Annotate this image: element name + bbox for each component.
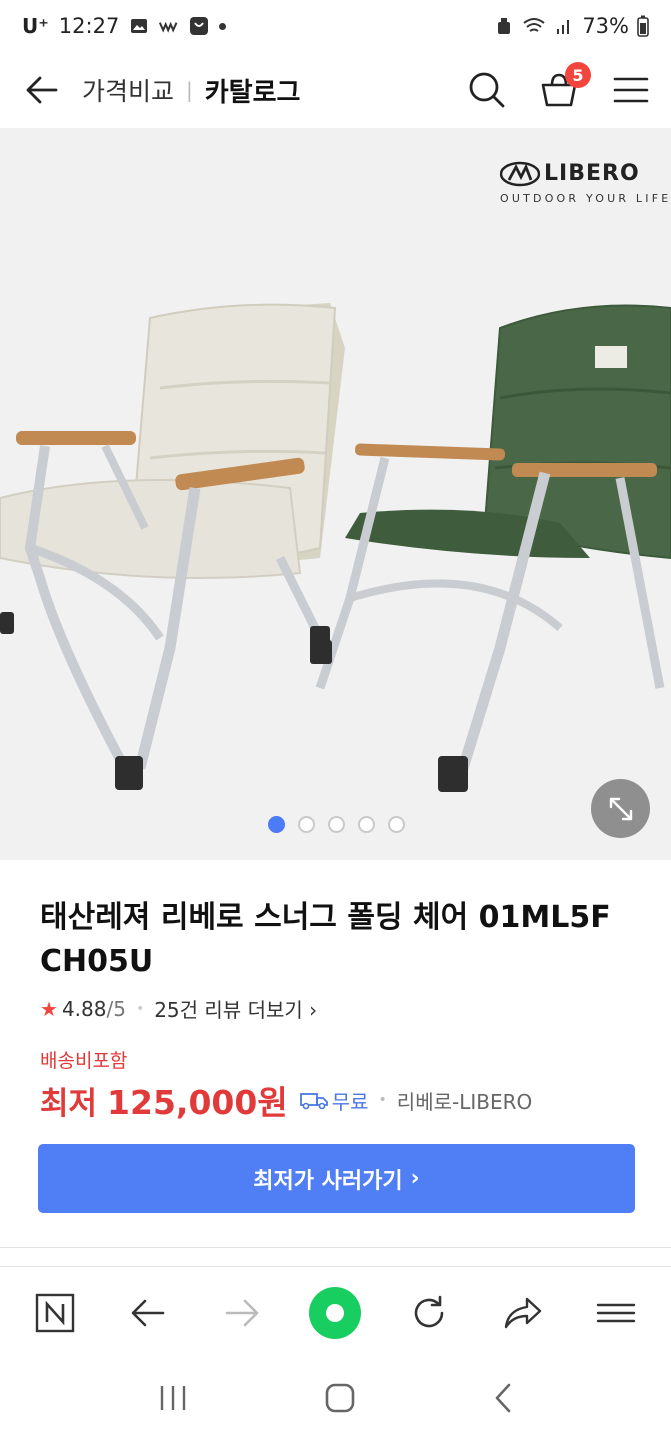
hamburger-menu-icon	[596, 1303, 636, 1322]
green-chair	[310, 304, 671, 792]
arrow-left-icon	[26, 76, 58, 104]
chevron-right-icon: ›	[309, 998, 318, 1022]
expand-image-button[interactable]	[591, 779, 650, 838]
arrow-right-icon	[225, 1299, 259, 1326]
cream-chair	[0, 303, 345, 790]
wavve-icon	[159, 21, 178, 33]
carrier-label: U⁺	[22, 14, 49, 38]
review-link[interactable]: 25건 리뷰 더보기 ›	[154, 994, 317, 1023]
gallery-pagination	[268, 816, 405, 833]
price-value: 125,000원	[107, 1083, 288, 1122]
chevron-right-icon: ›	[410, 1166, 420, 1191]
browser-forward-button[interactable]	[214, 1285, 270, 1341]
buy-lowest-price-button[interactable]: 최저가 사러가기 ›	[38, 1144, 635, 1213]
app-header: 가격비교 | 카탈로그 5	[0, 52, 671, 128]
recent-apps-button[interactable]	[158, 1384, 188, 1416]
green-dot-icon	[309, 1286, 362, 1339]
pagination-dot[interactable]	[328, 816, 345, 833]
breadcrumb-separator: |	[186, 78, 193, 102]
pagination-dot[interactable]	[268, 816, 285, 833]
battery-icon	[637, 15, 649, 37]
hamburger-menu-icon	[613, 77, 649, 103]
green-dot-button[interactable]	[307, 1285, 363, 1341]
pagination-dot[interactable]	[358, 816, 375, 833]
back-button[interactable]	[22, 70, 62, 110]
shopping-bag-icon	[190, 17, 209, 35]
separator-dot: •	[135, 1000, 145, 1017]
system-back-button[interactable]	[493, 1382, 513, 1418]
home-button[interactable]	[324, 1382, 356, 1418]
share-arrow-icon	[504, 1297, 541, 1328]
page-title: 카탈로그	[204, 77, 301, 108]
refresh-icon	[414, 1295, 444, 1327]
naver-home-button[interactable]	[27, 1285, 83, 1341]
refresh-button[interactable]	[401, 1285, 457, 1341]
image-icon	[131, 19, 148, 33]
expand-arrows-icon	[609, 797, 632, 820]
browser-menu-button[interactable]	[588, 1285, 644, 1341]
search-button[interactable]	[465, 68, 509, 112]
review-link-label: 25건 리뷰 더보기	[154, 998, 303, 1022]
lowest-price-label: 최저	[40, 1085, 98, 1122]
rating-score: 4.88	[61, 996, 107, 1021]
alarm-icon	[498, 18, 511, 34]
separator-dot: •	[378, 1092, 387, 1108]
menu-button[interactable]	[609, 68, 653, 112]
chevron-left-icon	[495, 1383, 511, 1413]
status-time: 12:27	[58, 14, 120, 38]
naver-n-icon	[35, 1293, 74, 1332]
home-square-icon	[326, 1383, 355, 1413]
pagination-dot[interactable]	[298, 816, 315, 833]
price-row: 최저 125,000원 무료 • 리베로-LIBERO	[40, 1076, 532, 1124]
browser-back-button[interactable]	[120, 1285, 176, 1341]
chairs-photo	[0, 303, 671, 792]
product-title: 태산레져 리베로 스너그 폴딩 체어 01ML5F CH05U	[40, 900, 611, 979]
system-nav-bar	[0, 1360, 671, 1440]
divider	[0, 1247, 671, 1248]
truck-icon	[299, 1093, 328, 1110]
rating-row: ★ 4.88 /5 • 25건 리뷰 더보기 ›	[40, 994, 317, 1023]
search-icon	[469, 72, 505, 108]
cart-count-badge: 5	[565, 62, 591, 88]
cart-button[interactable]: 5	[537, 62, 591, 112]
signal-icon	[557, 20, 570, 34]
rating-max: /5	[106, 996, 126, 1021]
share-button[interactable]	[495, 1285, 551, 1341]
browser-toolbar	[0, 1266, 671, 1358]
recent-apps-icon	[160, 1386, 186, 1410]
shipping-included-note: 배송비포함	[40, 1050, 128, 1072]
delivery-fee: 무료	[331, 1089, 369, 1114]
star-icon: ★	[40, 996, 58, 1021]
notification-dot-icon	[219, 22, 227, 30]
pagination-dot[interactable]	[388, 816, 405, 833]
wifi-icon	[523, 18, 545, 32]
breadcrumb-price-compare[interactable]: 가격비교	[82, 72, 174, 108]
free-delivery: 무료	[299, 1086, 369, 1115]
status-bar: U⁺ 12:27 73%	[0, 0, 671, 52]
arrow-left-icon	[132, 1299, 165, 1326]
seller-name[interactable]: 리베로-LIBERO	[397, 1086, 532, 1115]
battery-level: 73%	[582, 14, 629, 38]
buy-button-label: 최저가 사러가기	[253, 1168, 403, 1194]
product-image-gallery[interactable]: LIBERO OUTDOOR YOUR LIFE	[0, 128, 671, 860]
